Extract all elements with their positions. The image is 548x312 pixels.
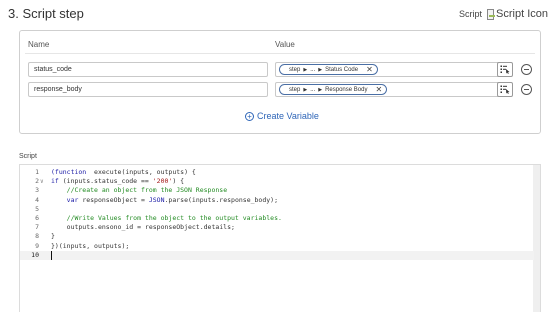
text-cursor (51, 250, 52, 260)
code-text (51, 250, 52, 260)
variable-value-field[interactable]: step ▶ ... ▶ Status Code ✕ (275, 62, 511, 77)
line-number: 10 (31, 250, 39, 259)
create-variable-button[interactable]: + Create Variable (245, 111, 319, 121)
code-text: //Write Values from the object to the ou… (51, 214, 282, 223)
step-reference-pill[interactable]: step ▶ ... ▶ Status Code ✕ (279, 64, 378, 75)
line-number: 2 (35, 177, 39, 186)
pill-ellipsis: ... (310, 86, 316, 93)
step-header: 3. Script step Script Script Icon (0, 0, 548, 28)
code-token: ) { (172, 177, 185, 186)
line-number: 1 (35, 168, 39, 176)
code-line[interactable]: 4 var responseObject = JSON.parse(inputs… (20, 196, 534, 205)
code-token: JSON (148, 195, 165, 204)
code-text: })(inputs, outputs); (51, 242, 129, 251)
header-divider (25, 53, 535, 54)
variable-picker-button[interactable] (497, 62, 513, 77)
code-line[interactable]: 9 })(inputs, outputs); (20, 242, 534, 251)
line-number: 9 (35, 241, 39, 250)
plus-circle-icon: + (245, 111, 254, 121)
list-picker-icon (500, 65, 510, 74)
pill-step-label: step (289, 66, 301, 73)
code-line[interactable]: 7 outputs.ensono_id = responseObject.det… (20, 223, 534, 232)
line-number: 3 (35, 186, 39, 195)
editor-scrollbar[interactable] (533, 165, 540, 312)
code-token: (inputs.status_code == (58, 177, 153, 186)
remove-reference-icon[interactable]: ✕ (375, 85, 382, 94)
script-editor[interactable]: 1 (function execute(inputs, outputs) { 2 ∨ i… (19, 164, 541, 312)
list-picker-icon (500, 85, 510, 94)
pill-field-label: Response Body (325, 86, 368, 93)
code-text: //Create an object from the JSON Respons… (51, 186, 227, 195)
fold-toggle-icon[interactable]: ∨ (40, 177, 44, 186)
pill-field-label: Status Code (325, 66, 359, 73)
create-variable-label: Create Variable (257, 111, 319, 121)
script-icon-alt-text: Script Icon (496, 8, 548, 20)
code-line[interactable]: 1 (function execute(inputs, outputs) { (20, 168, 534, 177)
code-token: //Create an object from the JSON Respons… (66, 186, 228, 195)
code-text: outputs.ensono_id = responseObject.detai… (51, 223, 235, 232)
code-line[interactable]: 6 //Write Values from the object to the … (20, 214, 534, 223)
code-text: if (inputs.status_code == '200') { (51, 177, 184, 186)
remove-variable-button[interactable] (521, 64, 532, 75)
variable-value-field[interactable]: step ▶ ... ▶ Response Body ✕ (275, 82, 511, 97)
script-icon: Script Icon (487, 6, 548, 22)
code-token: .parse(inputs.response_body); (164, 195, 279, 204)
code-token: })(inputs, outputs); (51, 241, 130, 250)
code-token: outputs.ensono_id = responseObject.detai… (51, 223, 235, 232)
variable-picker-button[interactable] (497, 82, 513, 97)
code-token: if (51, 177, 59, 186)
code-token: '200' (152, 177, 173, 186)
code-token: //Write Values from the object to the ou… (66, 214, 282, 222)
code-token: (function (51, 168, 87, 176)
remove-variable-button[interactable] (521, 84, 532, 95)
column-header-value: Value (275, 40, 295, 49)
pill-ellipsis: ... (310, 66, 316, 73)
caret-right-icon: ▶ (303, 66, 308, 73)
variable-name-input[interactable]: response_body (28, 82, 268, 97)
remove-reference-icon[interactable]: ✕ (366, 65, 373, 74)
broken-image-icon (487, 8, 496, 20)
code-text: (function execute(inputs, outputs) { (51, 168, 196, 177)
step-type-label: Script (459, 9, 483, 19)
step-reference-pill[interactable]: step ▶ ... ▶ Response Body ✕ (279, 84, 388, 95)
line-number: 6 (35, 214, 39, 222)
code-token: execute(inputs, outputs) { (86, 168, 196, 176)
code-text: } (51, 232, 55, 241)
code-token: responseObject = (78, 195, 149, 204)
code-text: var responseObject = JSON.parse(inputs.r… (51, 196, 278, 205)
code-line[interactable]: 10 (20, 250, 534, 260)
script-label: Script (19, 153, 37, 160)
code-line[interactable]: 2 ∨ if (inputs.status_code == '200') { (20, 177, 534, 186)
caret-right-icon: ▶ (303, 86, 308, 93)
variables-panel: Name Value status_code step ▶ ... ▶ Stat… (19, 30, 541, 134)
caret-right-icon: ▶ (318, 66, 323, 73)
line-number: 7 (35, 223, 39, 232)
variable-name-input[interactable]: status_code (28, 62, 268, 77)
code-token: } (51, 232, 55, 241)
caret-right-icon: ▶ (318, 86, 323, 93)
column-header-name: Name (28, 40, 50, 49)
code-line[interactable]: 5 (20, 205, 534, 214)
line-number: 4 (35, 195, 39, 204)
line-number: 8 (35, 232, 39, 241)
line-number: 5 (35, 204, 39, 213)
code-line[interactable]: 3 //Create an object from the JSON Respo… (20, 186, 534, 195)
code-token: var (66, 195, 79, 204)
pill-step-label: step (289, 86, 301, 93)
code-line[interactable]: 8} (20, 232, 534, 241)
step-title: 3. Script step (8, 6, 84, 21)
